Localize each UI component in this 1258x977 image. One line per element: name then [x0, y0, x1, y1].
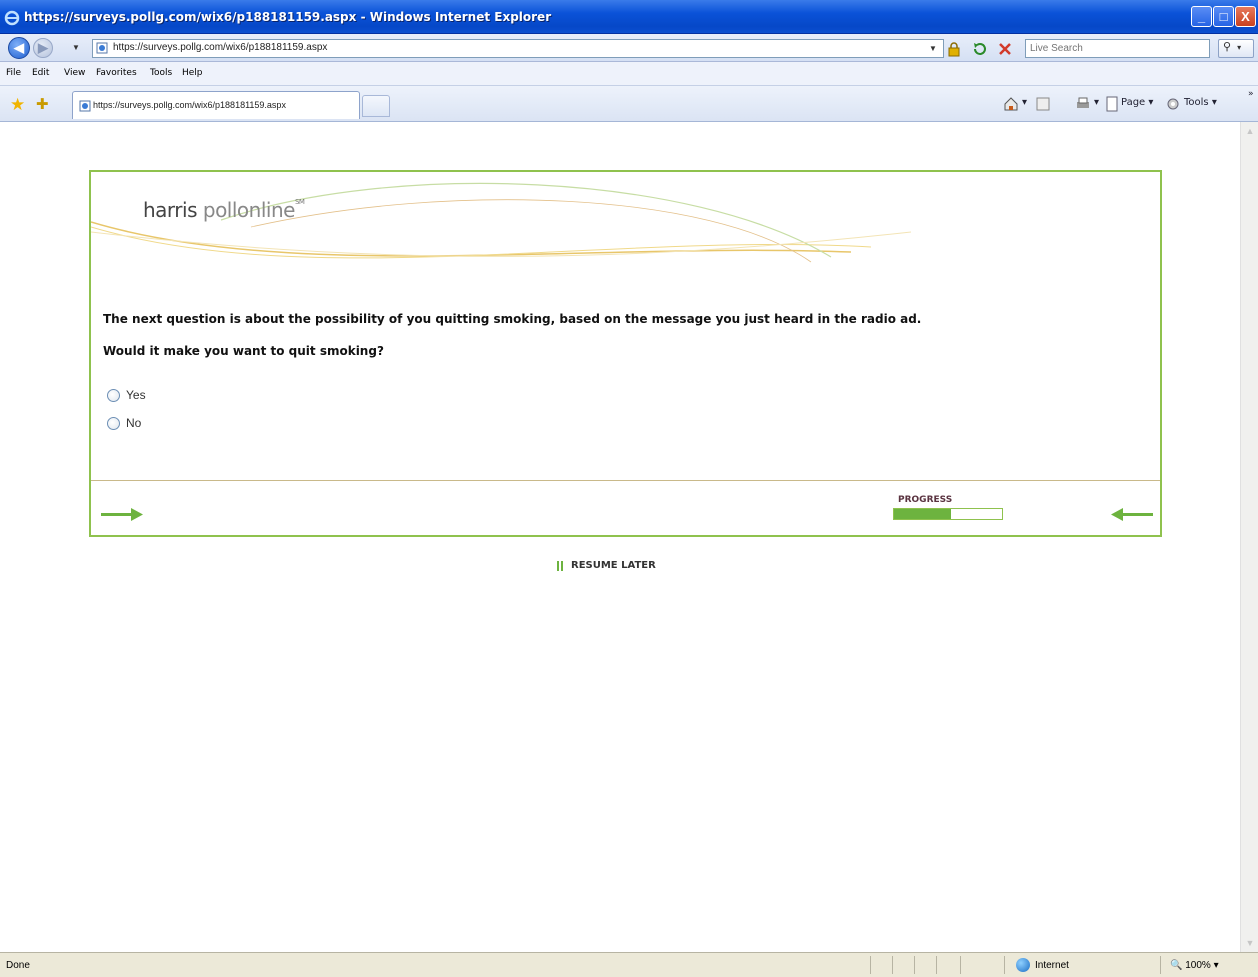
chevron-more-icon[interactable]: » — [1248, 89, 1254, 99]
zoom-level[interactable]: 🔍 100% ▾ — [1170, 960, 1219, 971]
close-button[interactable]: X — [1235, 6, 1256, 27]
survey-panel: harris pollonlineSM The next question is… — [89, 170, 1162, 537]
forward-button[interactable]: ▶ — [33, 38, 53, 58]
tools-gear-icon — [1167, 98, 1179, 110]
vertical-scrollbar[interactable]: ▲ ▼ — [1240, 122, 1258, 952]
security-lock-icon[interactable] — [946, 41, 962, 57]
menu-edit[interactable]: Edit — [32, 68, 49, 78]
page-favicon-icon — [96, 42, 108, 54]
menu-tools[interactable]: Tools — [150, 68, 172, 78]
print-icon[interactable] — [1075, 96, 1091, 112]
new-tab-button[interactable] — [362, 95, 390, 117]
menu-favorites[interactable]: Favorites — [96, 68, 137, 78]
status-text: Done — [6, 960, 30, 971]
logo-poll-text: poll — [202, 198, 238, 222]
status-divider — [936, 956, 937, 974]
zone-label: Internet — [1035, 959, 1069, 971]
logo-online-text: online — [236, 198, 296, 222]
back-arrow-icon[interactable] — [1111, 506, 1153, 522]
status-divider — [914, 956, 915, 974]
search-input[interactable] — [1026, 40, 1209, 57]
recent-pages-dropdown-icon[interactable]: ▼ — [72, 43, 80, 52]
favorites-star-icon[interactable]: ★ — [10, 95, 25, 115]
logo-swoosh-decoration — [91, 182, 912, 263]
scroll-down-icon[interactable]: ▼ — [1243, 936, 1257, 950]
security-zone[interactable]: Internet — [1016, 958, 1069, 972]
internet-explorer-icon — [4, 10, 20, 26]
question-text: Would it make you want to quit smoking? — [103, 344, 384, 358]
menu-file[interactable]: File — [6, 68, 21, 78]
back-arrow-icon: ◀ — [14, 40, 24, 55]
print-dropdown-icon[interactable]: ▾ — [1094, 97, 1099, 108]
page-icon — [1106, 96, 1118, 112]
status-divider — [1004, 956, 1005, 974]
status-divider — [870, 956, 871, 974]
menu-view[interactable]: View — [64, 68, 85, 78]
option-no[interactable]: No — [107, 416, 141, 430]
search-options-icon: ▾ — [1237, 43, 1242, 52]
progress-bar-fill — [894, 509, 952, 519]
menu-bar: File Edit View Favorites Tools Help — [0, 62, 1258, 86]
maximize-button[interactable]: □ — [1213, 6, 1234, 27]
home-dropdown-icon[interactable]: ▾ — [1022, 97, 1027, 108]
no-radio[interactable] — [107, 416, 120, 430]
yes-radio[interactable] — [107, 388, 120, 402]
page-content: harris pollonlineSM The next question is… — [0, 122, 1240, 952]
status-divider — [892, 956, 893, 974]
resume-later-button[interactable]: RESUME LATER — [557, 560, 656, 571]
tools-menu[interactable]: Tools ▾ — [1184, 97, 1217, 108]
footer-divider — [91, 480, 1160, 481]
status-bar: Done Internet 🔍 100% ▾ — [0, 952, 1258, 977]
status-divider — [960, 956, 961, 974]
scroll-up-icon[interactable]: ▲ — [1243, 124, 1257, 138]
window-title-bar: https://surveys.pollg.com/wix6/p18818115… — [0, 0, 1258, 34]
search-field[interactable] — [1025, 39, 1210, 58]
harris-poll-logo: harris pollonlineSM — [143, 198, 305, 222]
option-no-label: No — [126, 416, 142, 430]
tab-current-page[interactable]: https://surveys.pollg.com/wix6/p18818115… — [72, 91, 360, 119]
window-title: https://surveys.pollg.com/wix6/p18818115… — [24, 10, 552, 24]
tab-favicon-icon — [79, 100, 91, 112]
tab-bar: ★ ✚ https://surveys.pollg.com/wix6/p1881… — [0, 86, 1258, 122]
option-yes[interactable]: Yes — [107, 388, 146, 402]
stop-icon[interactable] — [997, 41, 1013, 57]
address-dropdown-icon[interactable]: ▼ — [927, 41, 939, 56]
zoom-value: 100% — [1185, 960, 1211, 971]
search-icon: ⚲ — [1223, 41, 1232, 53]
progress-bar — [893, 508, 1003, 520]
internet-globe-icon — [1016, 958, 1030, 972]
menu-help[interactable]: Help — [182, 68, 203, 78]
pause-icon — [557, 560, 563, 571]
address-bar-row: ◀ ▶ ▼ https://surveys.pollg.com/wix6/p18… — [0, 34, 1258, 62]
home-icon[interactable] — [1003, 96, 1019, 112]
tab-title: https://surveys.pollg.com/wix6/p18818115… — [93, 100, 286, 110]
minimize-button[interactable]: _ — [1191, 6, 1212, 27]
add-favorites-icon[interactable]: ✚ — [36, 95, 49, 113]
question-intro-text: The next question is about the possibili… — [103, 312, 922, 326]
status-divider — [1160, 956, 1161, 974]
forward-arrow-icon: ▶ — [38, 40, 48, 55]
progress-label: PROGRESS — [898, 495, 953, 505]
next-arrow-icon[interactable] — [101, 506, 143, 522]
logo-brand-text: harris — [143, 198, 198, 222]
refresh-icon[interactable] — [972, 41, 988, 57]
back-button[interactable]: ◀ — [8, 37, 30, 59]
page-menu[interactable]: Page ▾ — [1121, 97, 1153, 108]
search-button[interactable]: ⚲ ▾ — [1218, 39, 1254, 58]
feeds-icon[interactable] — [1035, 96, 1051, 112]
logo-service-mark: SM — [294, 198, 305, 206]
resume-later-label: RESUME LATER — [571, 560, 656, 571]
option-yes-label: Yes — [126, 388, 146, 402]
address-field[interactable]: https://surveys.pollg.com/wix6/p18818115… — [92, 39, 944, 58]
address-url-text: https://surveys.pollg.com/wix6/p18818115… — [113, 42, 328, 53]
